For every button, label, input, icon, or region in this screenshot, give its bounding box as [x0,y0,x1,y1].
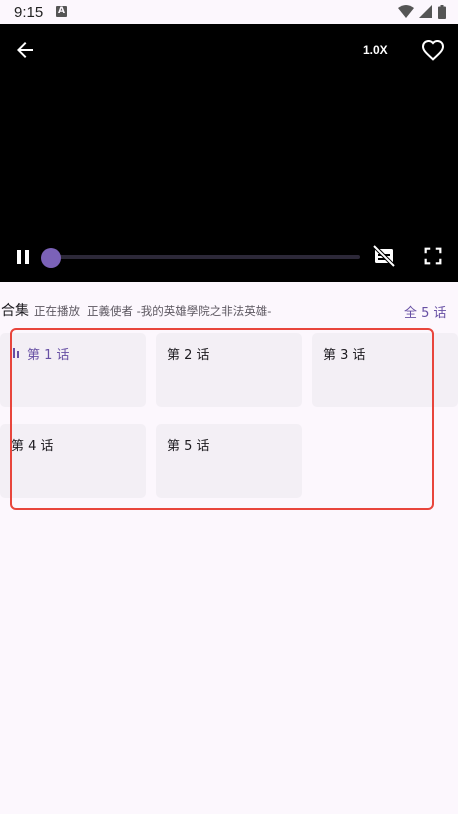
playback-speed-button[interactable]: 1.0X [363,43,388,57]
all-episodes-link[interactable]: 全 5 话 [404,302,447,321]
status-bar: 9:15 A [0,0,458,24]
status-icons [398,5,446,19]
seek-thumb[interactable] [41,248,61,268]
battery-icon [438,5,446,19]
episode-label: 第 5 话 [167,439,210,454]
subtitles-off-icon[interactable] [372,244,396,268]
episode-card-1[interactable]: 第 1 话 [0,333,146,407]
now-playing-label: 正在播放 [34,304,80,318]
episode-card-5[interactable]: 第 5 话 [156,424,302,498]
episode-card-4[interactable]: 第 4 话 [0,424,146,498]
status-time: 9:15 [14,4,44,21]
collection-title: 合集 [1,303,29,319]
episode-card-2[interactable]: 第 2 话 [156,333,302,407]
now-playing-title: 正義使者 -我的英雄學院之非法英雄- [87,304,272,318]
episode-label: 第 2 话 [167,348,210,363]
pause-icon[interactable] [14,245,34,269]
collection-header: 合集 正在播放 正義使者 -我的英雄學院之非法英雄- 全 5 话 [0,296,458,324]
seek-bar[interactable] [48,255,360,259]
fullscreen-icon[interactable] [422,245,444,267]
playing-bars-icon [13,348,19,358]
heart-outline-icon[interactable] [421,38,445,62]
episode-label: 第 1 话 [27,348,70,363]
wifi-icon [398,5,414,18]
episode-label: 第 3 话 [323,348,366,363]
back-arrow-icon[interactable] [13,38,37,62]
notification-a-icon: A [56,6,67,17]
signal-icon [419,5,432,18]
episode-card-3[interactable]: 第 3 话 [312,333,458,407]
episode-label: 第 4 话 [11,439,54,454]
video-player[interactable]: 1.0X [0,24,458,282]
